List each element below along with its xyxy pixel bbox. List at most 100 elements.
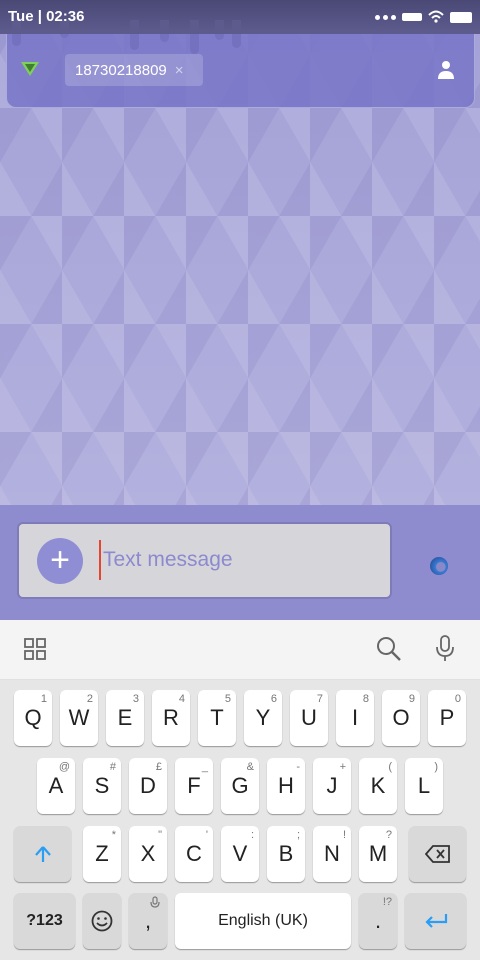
key-f[interactable]: F _ bbox=[175, 758, 213, 814]
key-hint: @ bbox=[58, 761, 70, 773]
key-r[interactable]: R4 bbox=[152, 690, 190, 746]
key-y[interactable]: Y6 bbox=[244, 690, 282, 746]
key-x[interactable]: X " bbox=[129, 826, 167, 882]
attach-button[interactable]: + bbox=[37, 538, 83, 584]
key-hint: 8 bbox=[362, 693, 369, 705]
key-label: T bbox=[210, 705, 224, 730]
key-hint: ' bbox=[205, 829, 208, 841]
key-hint: & bbox=[246, 761, 254, 773]
key-h[interactable]: H- bbox=[267, 758, 305, 814]
shift-arrow-icon bbox=[34, 846, 51, 862]
key-hint: 3 bbox=[132, 693, 139, 705]
key-j[interactable]: J + bbox=[313, 758, 351, 814]
space-key[interactable]: English (UK) bbox=[175, 893, 351, 949]
key-label: G bbox=[231, 773, 249, 798]
key-label: R bbox=[163, 705, 179, 730]
key-label: W bbox=[68, 705, 90, 730]
key-label: U bbox=[301, 705, 317, 730]
key-hint: - bbox=[296, 761, 300, 773]
remove-recipient-icon[interactable]: × bbox=[175, 62, 184, 79]
key-label: C bbox=[186, 841, 202, 866]
emoji-key[interactable] bbox=[83, 893, 121, 949]
key-n[interactable]: N! bbox=[313, 826, 351, 882]
key-hint: 5 bbox=[224, 693, 231, 705]
key-hint: ; bbox=[296, 829, 300, 841]
key-hint: 9 bbox=[408, 693, 415, 705]
backspace-key[interactable] bbox=[409, 826, 466, 882]
key-label: Q bbox=[24, 705, 42, 730]
search-icon[interactable] bbox=[376, 636, 402, 662]
key-hint: 7 bbox=[316, 693, 323, 705]
key-a[interactable]: A @ bbox=[37, 758, 75, 814]
key-label: P bbox=[439, 705, 455, 730]
status-time: Tue | 02:36 bbox=[8, 8, 85, 25]
status-bar: Tue | 02:36 bbox=[0, 0, 480, 54]
key-label: D bbox=[140, 773, 156, 798]
key-hint: 6 bbox=[270, 693, 277, 705]
key-hint: * bbox=[111, 829, 116, 841]
key-label: A bbox=[48, 773, 64, 798]
keyboard-toolbar bbox=[0, 620, 480, 680]
person-icon[interactable] bbox=[438, 60, 454, 80]
key-label: X bbox=[140, 841, 156, 866]
text-message-input[interactable] bbox=[99, 540, 359, 580]
message-box: + bbox=[17, 522, 392, 599]
enter-key[interactable] bbox=[405, 893, 466, 949]
key-o[interactable]: O9 bbox=[382, 690, 420, 746]
key-label: V bbox=[232, 841, 248, 866]
symbols-key[interactable]: ?123 bbox=[14, 893, 75, 949]
key-label: K bbox=[370, 773, 386, 798]
recipient-chip[interactable]: 18730218809 × bbox=[65, 54, 203, 86]
key-m[interactable]: M? bbox=[359, 826, 397, 882]
key-label: M bbox=[368, 841, 388, 866]
key-e[interactable]: E3 bbox=[106, 690, 144, 746]
key-u[interactable]: U7 bbox=[290, 690, 328, 746]
status-icons bbox=[375, 10, 472, 24]
key-hint: ! bbox=[342, 829, 346, 841]
key-p[interactable]: P0 bbox=[428, 690, 466, 746]
key-g[interactable]: G & bbox=[221, 758, 259, 814]
period-key[interactable]: . !? bbox=[359, 893, 397, 949]
signal-dots-icon bbox=[375, 14, 396, 20]
soft-keyboard: ?123 , English (UK) . !? Q1W2E3R4T5Y6U7I… bbox=[0, 680, 480, 960]
send-icon[interactable] bbox=[430, 557, 448, 575]
wifi-icon bbox=[428, 10, 444, 23]
key-hint: " bbox=[158, 829, 162, 841]
shift-key[interactable] bbox=[14, 826, 71, 882]
key-l[interactable]: L) bbox=[405, 758, 443, 814]
battery-icon bbox=[450, 11, 472, 23]
key-hint: # bbox=[109, 761, 116, 773]
key-b[interactable]: B; bbox=[267, 826, 305, 882]
key-s[interactable]: S # bbox=[83, 758, 121, 814]
mic-icon[interactable] bbox=[434, 635, 456, 663]
key-label: L bbox=[417, 773, 431, 798]
key-hint: 1 bbox=[40, 693, 47, 705]
key-t[interactable]: T5 bbox=[198, 690, 236, 746]
key-hint: _ bbox=[201, 761, 208, 773]
key-c[interactable]: C ' bbox=[175, 826, 213, 882]
key-label: N bbox=[324, 841, 340, 866]
key-hint: 0 bbox=[454, 693, 461, 705]
key-z[interactable]: Z * bbox=[83, 826, 121, 882]
comma-key-label: , bbox=[144, 908, 152, 933]
key-q[interactable]: Q1 bbox=[14, 690, 52, 746]
key-hint: ( bbox=[388, 761, 392, 773]
recipient-bar: 18730218809 × bbox=[6, 34, 475, 108]
key-v[interactable]: V: bbox=[221, 826, 259, 882]
key-hint: 4 bbox=[178, 693, 185, 705]
key-d[interactable]: D £ bbox=[129, 758, 167, 814]
key-label: B bbox=[278, 841, 294, 866]
grid-icon[interactable] bbox=[24, 638, 46, 660]
key-i[interactable]: I8 bbox=[336, 690, 374, 746]
mic-hint-icon bbox=[150, 896, 160, 908]
key-w[interactable]: W2 bbox=[60, 690, 98, 746]
period-key-hint: !? bbox=[382, 896, 392, 908]
key-k[interactable]: K( bbox=[359, 758, 397, 814]
app-logo-icon bbox=[19, 58, 41, 80]
key-label: F bbox=[187, 773, 201, 798]
key-label: O bbox=[392, 705, 410, 730]
key-label: E bbox=[117, 705, 133, 730]
comma-key[interactable]: , bbox=[129, 893, 167, 949]
key-label: H bbox=[278, 773, 294, 798]
key-label: J bbox=[326, 773, 338, 798]
